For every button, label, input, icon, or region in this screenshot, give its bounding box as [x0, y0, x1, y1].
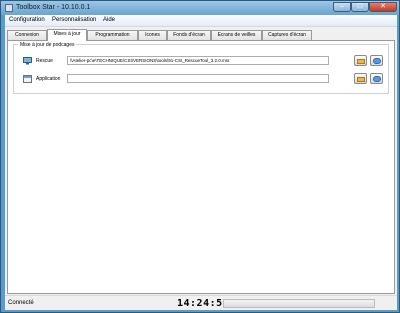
client-area: Configuration Personnalisation Aide Conn…: [5, 15, 397, 310]
application-update-button[interactable]: [370, 73, 383, 84]
connection-status: Connecté: [8, 300, 34, 306]
folder-icon: [357, 59, 365, 64]
progress-bar: [223, 299, 375, 308]
tab-connexion[interactable]: Connexion: [7, 30, 47, 40]
menu-configuration[interactable]: Configuration: [9, 17, 45, 23]
group-title: Mise à jour de podcages: [18, 42, 77, 48]
monitor-icon: [23, 57, 32, 65]
application-path-field[interactable]: [67, 74, 329, 83]
tab-icones[interactable]: Icones: [138, 30, 167, 40]
refresh-icon: [373, 58, 381, 64]
menu-aide[interactable]: Aide: [103, 17, 115, 23]
tab-captures-ecran[interactable]: Captures d'écran: [262, 30, 312, 40]
refresh-icon: [373, 76, 381, 82]
close-button[interactable]: ✕: [369, 2, 397, 12]
rescue-path-field[interactable]: \\Atelier-pc\e\TECHNIQUE\CSI\VERSIONS\to…: [67, 56, 329, 65]
minimize-button[interactable]: –: [333, 2, 351, 12]
menu-bar: Configuration Personnalisation Aide: [5, 15, 397, 27]
application-browse-button[interactable]: [354, 73, 367, 84]
app-window: Toolbox Star - 10.10.0.1 – □ ✕ Configura…: [0, 0, 400, 313]
tab-fonds-ecran[interactable]: Fonds d'écran: [167, 30, 211, 40]
status-bar: Connecté 14:24:54: [5, 295, 397, 310]
app-icon: [5, 4, 13, 12]
tab-programmation[interactable]: Programmation: [87, 30, 138, 40]
folder-icon: [357, 77, 365, 82]
rescue-label: Rescue: [36, 58, 53, 64]
app-window-icon: [23, 75, 32, 83]
rescue-browse-button[interactable]: [354, 55, 367, 66]
application-label: Application: [36, 76, 61, 82]
tab-ecrans-veilles[interactable]: Ecrans de veilles: [211, 30, 262, 40]
tab-mises-a-jour[interactable]: Mises à jour: [47, 29, 87, 41]
menu-personnalisation[interactable]: Personnalisation: [52, 17, 96, 23]
maximize-button[interactable]: □: [351, 2, 369, 12]
rescue-update-button[interactable]: [370, 55, 383, 66]
clock-display: 14:24:54: [177, 298, 230, 309]
tab-panel: Mise à jour de podcages Rescue \\Atelier…: [7, 40, 395, 294]
update-group: Mise à jour de podcages Rescue \\Atelier…: [13, 42, 389, 94]
window-title: Toolbox Star - 10.10.0.1: [16, 4, 91, 11]
title-bar[interactable]: Toolbox Star - 10.10.0.1 – □ ✕: [1, 1, 399, 15]
